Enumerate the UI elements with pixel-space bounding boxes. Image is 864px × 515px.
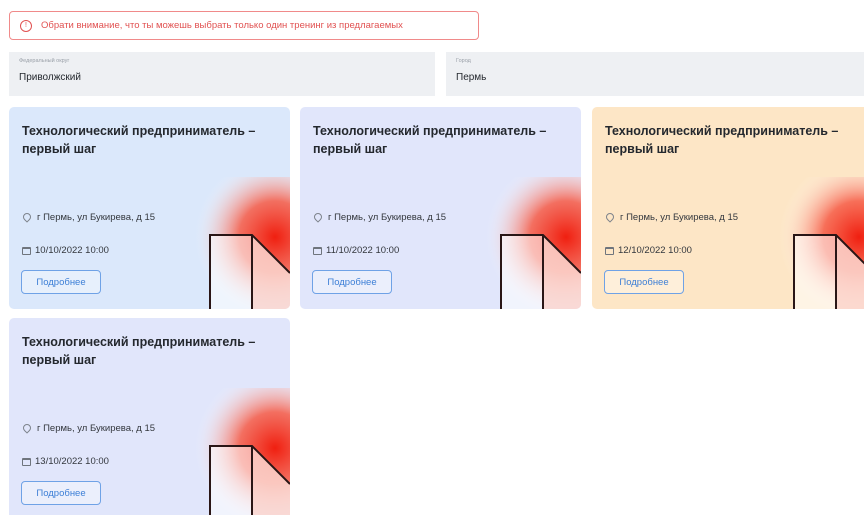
building-illustration: [471, 177, 581, 309]
details-button[interactable]: Подробнее: [21, 270, 101, 294]
card-address: г Пермь, ул Букирева, д 15: [21, 210, 156, 223]
details-button[interactable]: Подробнее: [21, 481, 101, 505]
city-value: Пермь: [456, 72, 487, 83]
federal-district-select[interactable]: Федеральный округ Приволжский: [9, 52, 435, 96]
calendar-icon: [313, 247, 322, 255]
card-address-text: г Пермь, ул Букирева, д 15: [620, 212, 739, 223]
city-select[interactable]: Город Пермь: [446, 52, 864, 96]
location-pin-icon: [21, 421, 33, 434]
card-address: г Пермь, ул Букирева, д 15: [604, 210, 739, 223]
card-title: Технологический предприниматель – первый…: [605, 124, 839, 156]
training-card: Технологический предприниматель – первый…: [9, 107, 290, 309]
details-button[interactable]: Подробнее: [604, 270, 684, 294]
card-date-text: 12/10/2022 10:00: [618, 245, 692, 256]
card-title: Технологический предприниматель – первый…: [22, 335, 256, 367]
notice-text: Обрати внимание, что ты можешь выбрать т…: [41, 20, 403, 31]
details-button[interactable]: Подробнее: [312, 270, 392, 294]
card-address: г Пермь, ул Букирева, д 15: [312, 210, 447, 223]
federal-district-value: Приволжский: [19, 72, 81, 83]
city-label: Город: [456, 58, 471, 64]
card-title: Технологический предприниматель – первый…: [313, 124, 547, 156]
building-illustration: [180, 177, 290, 309]
calendar-icon: [22, 247, 31, 255]
training-card: Технологический предприниматель – первый…: [300, 107, 581, 309]
card-address-text: г Пермь, ул Букирева, д 15: [37, 212, 156, 223]
notice-alert: ! Обрати внимание, что ты можешь выбрать…: [9, 11, 479, 40]
card-date-text: 11/10/2022 10:00: [326, 245, 400, 256]
calendar-icon: [22, 458, 31, 466]
building-illustration: [180, 388, 290, 515]
info-circle-icon: !: [20, 19, 32, 32]
card-date: 10/10/2022 10:00: [22, 245, 109, 256]
location-pin-icon: [312, 210, 324, 223]
calendar-icon: [605, 247, 614, 255]
federal-district-label: Федеральный округ: [19, 58, 70, 64]
card-address-text: г Пермь, ул Букирева, д 15: [328, 212, 447, 223]
card-date-text: 13/10/2022 10:00: [35, 456, 109, 467]
card-title: Технологический предприниматель – первый…: [22, 124, 256, 156]
location-pin-icon: [604, 210, 616, 223]
training-card: Технологический предприниматель – первый…: [9, 318, 290, 515]
card-address: г Пермь, ул Букирева, д 15: [21, 421, 156, 434]
training-card: Технологический предприниматель – первый…: [592, 107, 864, 309]
card-address-text: г Пермь, ул Букирева, д 15: [37, 423, 156, 434]
location-pin-icon: [21, 210, 33, 223]
card-date-text: 10/10/2022 10:00: [35, 245, 109, 256]
card-date: 13/10/2022 10:00: [22, 456, 109, 467]
card-date: 11/10/2022 10:00: [313, 245, 399, 256]
building-illustration: [764, 177, 864, 309]
card-date: 12/10/2022 10:00: [605, 245, 692, 256]
